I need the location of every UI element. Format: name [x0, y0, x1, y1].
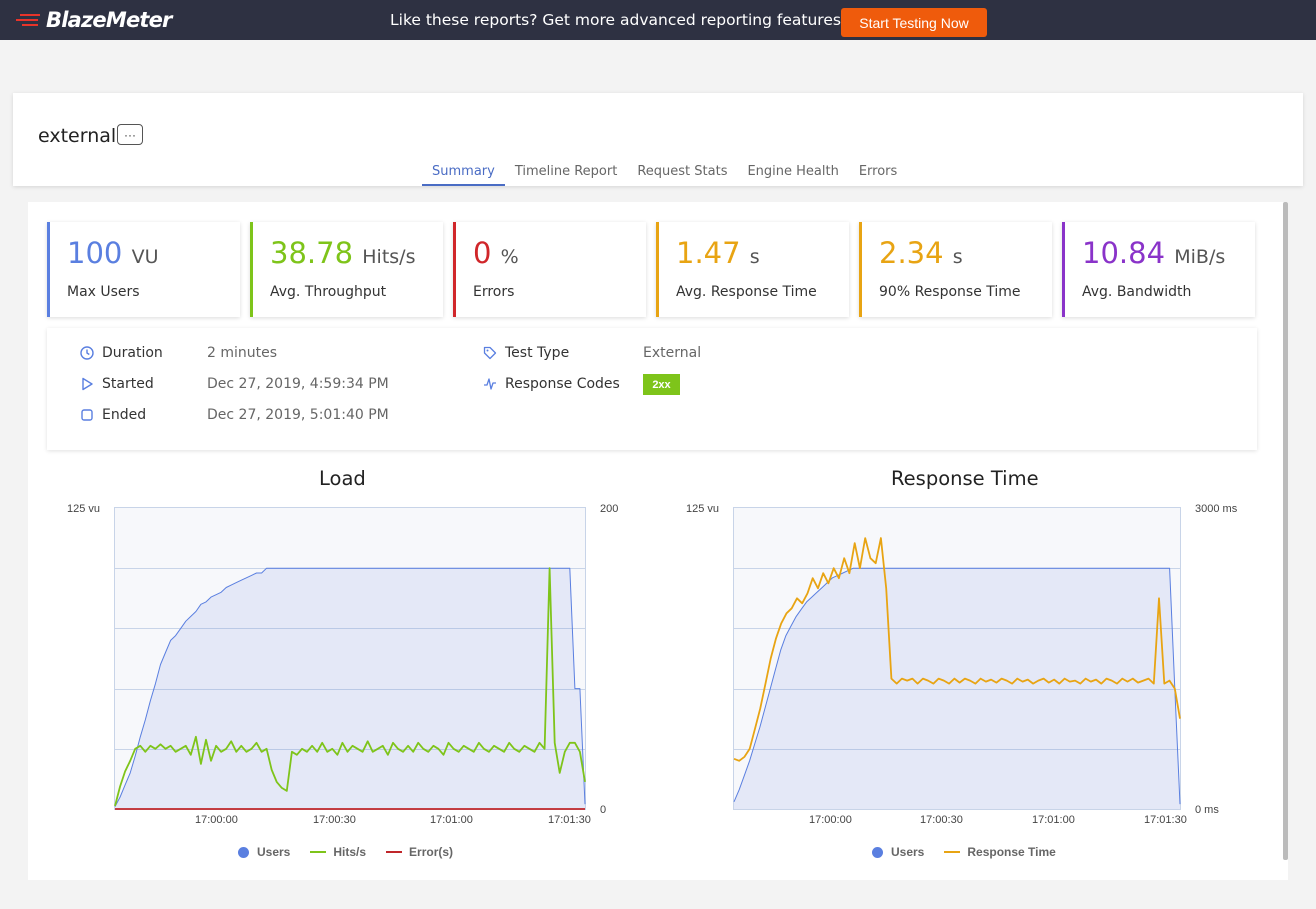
- test-type-row: Test Type: [483, 345, 569, 361]
- more-options-button[interactable]: ···: [117, 124, 143, 145]
- started-row: Started: [80, 376, 154, 392]
- legend-response-time[interactable]: Response Time: [944, 845, 1056, 859]
- legend-errors[interactable]: Error(s): [386, 845, 453, 859]
- report-tabs: Summary Timeline Report Request Stats En…: [422, 164, 907, 186]
- promo-text: Like these reports? Get more advanced re…: [390, 11, 841, 29]
- clock-icon: [80, 346, 94, 360]
- brand-name: BlazeMeter: [46, 8, 172, 32]
- load-chart-title: Load: [319, 467, 366, 490]
- load-chart: [114, 507, 586, 810]
- ended-row: Ended: [80, 407, 146, 423]
- legend-users[interactable]: Users: [238, 845, 290, 859]
- kpi-value: 0: [473, 236, 492, 270]
- legend-label: Users: [257, 845, 291, 859]
- legend-label: Response Time: [967, 845, 1056, 859]
- stop-icon: [80, 408, 94, 422]
- legend-line: [386, 851, 403, 853]
- started-label: Started: [102, 376, 154, 392]
- kpi-label: Avg. Bandwidth: [1082, 284, 1192, 300]
- response-code-badge: 2xx: [643, 374, 680, 395]
- report-header: external ··· Summary Timeline Report Req…: [13, 93, 1303, 186]
- kpi-90-response-time: 2.34 s 90% Response Time: [859, 222, 1052, 317]
- kpi-value: 2.34: [879, 236, 944, 270]
- kpi-label: Avg. Throughput: [270, 284, 387, 300]
- ended-value: Dec 27, 2019, 5:01:40 PM: [207, 407, 389, 423]
- response-legend: Users Response Time: [872, 845, 1076, 859]
- tag-icon: [483, 346, 497, 360]
- start-testing-button[interactable]: Start Testing Now: [841, 8, 987, 37]
- load-y-left-top: 125 vu: [67, 503, 101, 515]
- pulse-icon: [483, 377, 497, 391]
- load-legend: Users Hits/s Error(s): [238, 845, 473, 859]
- kpi-label: 90% Response Time: [879, 284, 1021, 300]
- kpi-unit: s: [749, 246, 760, 268]
- duration-row: Duration: [80, 345, 163, 361]
- response-chart-title: Response Time: [891, 467, 1039, 490]
- legend-users[interactable]: Users: [872, 845, 924, 859]
- rt-x-tick: 17:00:00: [809, 814, 852, 826]
- rt-x-tick: 17:01:00: [1032, 814, 1075, 826]
- rt-x-tick: 17:01:30: [1144, 814, 1187, 826]
- ended-label: Ended: [102, 407, 147, 423]
- legend-hits[interactable]: Hits/s: [310, 845, 366, 859]
- legend-dot: [238, 846, 249, 858]
- load-y-right-bottom: 0: [600, 804, 607, 816]
- blazemeter-logo[interactable]: BlazeMeter: [16, 7, 172, 33]
- kpi-unit: MiB/s: [1174, 246, 1226, 268]
- kpi-avg-throughput: 38.78 Hits/s Avg. Throughput: [250, 222, 443, 317]
- kpi-value: 10.84: [1082, 236, 1166, 270]
- kpi-value: 38.78: [270, 236, 354, 270]
- kpi-errors: 0 % Errors: [453, 222, 646, 317]
- response-y-right-bottom: 0 ms: [1195, 804, 1219, 816]
- load-x-tick: 17:01:00: [430, 814, 473, 826]
- response-codes-row: Response Codes: [483, 376, 620, 392]
- duration-label: Duration: [102, 345, 163, 361]
- load-y-right-top: 200: [600, 503, 619, 515]
- kpi-value: 100: [67, 236, 123, 270]
- top-bar: BlazeMeter Like these reports? Get more …: [0, 0, 1316, 40]
- tab-request-stats[interactable]: Request Stats: [627, 164, 737, 186]
- legend-line: [944, 851, 961, 853]
- kpi-avg-response-time: 1.47 s Avg. Response Time: [656, 222, 849, 317]
- play-icon: [80, 377, 94, 391]
- rt-x-tick: 17:00:30: [920, 814, 963, 826]
- legend-label: Error(s): [409, 845, 454, 859]
- kpi-unit: %: [500, 246, 519, 268]
- legend-label: Hits/s: [333, 845, 367, 859]
- response-y-right-top: 3000 ms: [1195, 503, 1238, 515]
- response-y-left-top: 125 vu: [686, 503, 720, 515]
- tab-engine-health[interactable]: Engine Health: [737, 164, 848, 186]
- response-codes-label: Response Codes: [505, 376, 620, 392]
- tab-timeline-report[interactable]: Timeline Report: [505, 164, 628, 186]
- tab-summary[interactable]: Summary: [422, 164, 505, 186]
- kpi-max-users: 100 VU Max Users: [47, 222, 240, 317]
- duration-value: 2 minutes: [207, 345, 278, 361]
- started-value: Dec 27, 2019, 4:59:34 PM: [207, 376, 389, 392]
- load-x-tick: 17:01:30: [548, 814, 591, 826]
- load-x-tick: 17:00:30: [313, 814, 356, 826]
- legend-label: Users: [891, 845, 925, 859]
- load-x-tick: 17:00:00: [195, 814, 238, 826]
- response-time-chart: [733, 507, 1181, 810]
- legend-line: [310, 851, 327, 853]
- test-type-value: External: [643, 345, 702, 361]
- scrollbar[interactable]: [1283, 202, 1288, 860]
- kpi-label: Errors: [473, 284, 515, 300]
- test-type-label: Test Type: [505, 345, 570, 361]
- tab-errors[interactable]: Errors: [849, 164, 907, 186]
- kpi-label: Avg. Response Time: [676, 284, 817, 300]
- flame-icon: [16, 14, 40, 26]
- kpi-unit: s: [952, 246, 963, 268]
- legend-dot: [872, 846, 883, 858]
- kpi-value: 1.47: [676, 236, 741, 270]
- report-title: external: [38, 125, 117, 147]
- kpi-avg-bandwidth: 10.84 MiB/s Avg. Bandwidth: [1062, 222, 1255, 317]
- kpi-unit: Hits/s: [362, 246, 416, 268]
- kpi-unit: VU: [131, 246, 159, 268]
- kpi-label: Max Users: [67, 284, 140, 300]
